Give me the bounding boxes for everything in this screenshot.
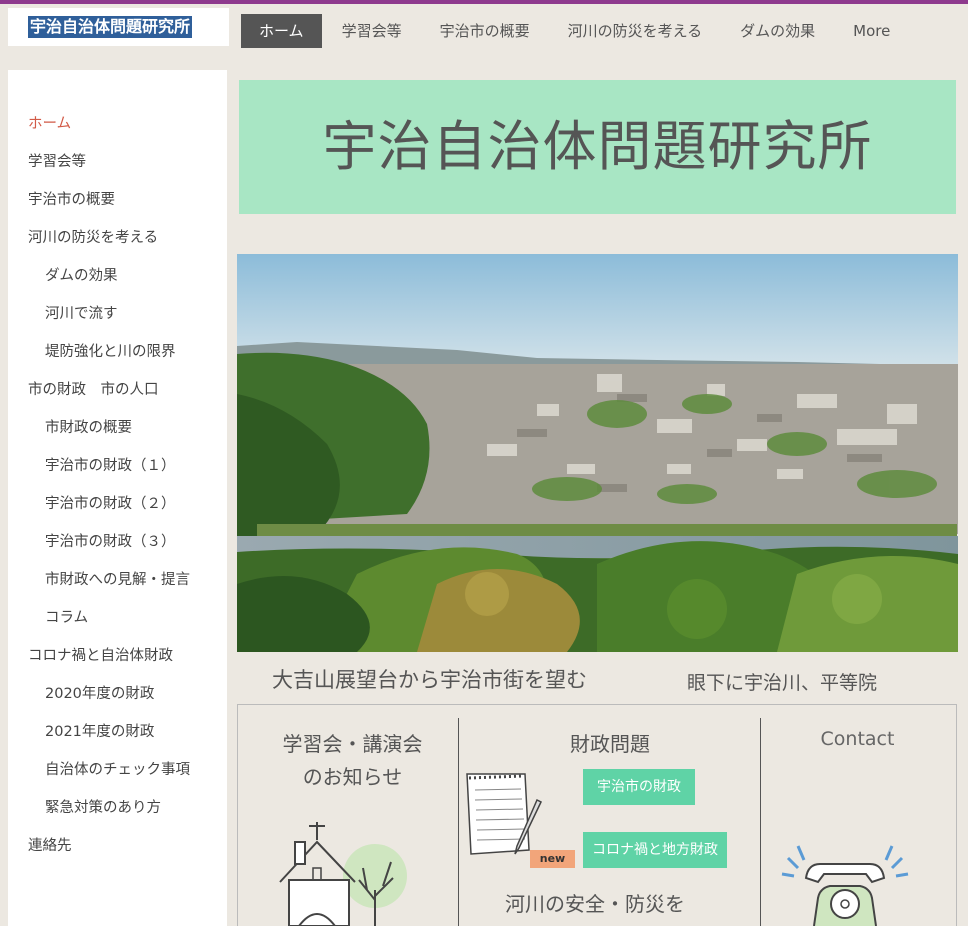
sidebar-item-column[interactable]: コラム	[8, 604, 227, 642]
sidebar: ホーム 学習会等 宇治市の概要 河川の防災を考える ダムの効果 河川で流す 堤防…	[8, 70, 227, 926]
schoolhouse-illustration	[279, 822, 407, 926]
sidebar-item-dam[interactable]: ダムの効果	[8, 262, 227, 300]
site-title[interactable]: 宇治自治体問題研究所	[28, 16, 193, 38]
top-navigation: ホーム 学習会等 宇治市の概要 河川の防災を考える ダムの効果 More	[241, 14, 910, 48]
sidebar-item-levee[interactable]: 堤防強化と川の限界	[8, 338, 227, 376]
topnav-item-dam[interactable]: ダムの効果	[722, 14, 833, 48]
topnav-item-more[interactable]: More	[835, 14, 908, 48]
new-badge: new	[530, 850, 575, 868]
study-title-line2: のお知らせ	[302, 765, 403, 789]
sidebar-item-checklist[interactable]: 自治体のチェック事項	[8, 756, 227, 794]
column-divider	[760, 718, 761, 926]
sidebar-item-overview[interactable]: 宇治市の概要	[8, 186, 227, 224]
topnav-item-study[interactable]: 学習会等	[324, 14, 420, 48]
sidebar-item-finance-opinion[interactable]: 市財政への見解・提言	[8, 566, 227, 604]
contact-title[interactable]: Contact	[790, 728, 925, 750]
sidebar-item-2020[interactable]: 2020年度の財政	[8, 680, 227, 718]
uji-finance-button[interactable]: 宇治市の財政	[583, 769, 695, 805]
topnav-item-overview[interactable]: 宇治市の概要	[422, 14, 548, 48]
sidebar-item-study[interactable]: 学習会等	[8, 148, 227, 186]
sidebar-item-home[interactable]: ホーム	[8, 110, 227, 148]
top-accent-bar	[0, 0, 968, 4]
sidebar-item-emergency[interactable]: 緊急対策のあり方	[8, 794, 227, 832]
study-title-line1: 学習会・講演会	[282, 732, 423, 756]
city-view-illustration	[237, 254, 958, 652]
banner-title: 宇治自治体問題研究所	[322, 115, 873, 178]
sidebar-item-corona[interactable]: コロナ禍と自治体財政	[8, 642, 227, 680]
finance-column-title[interactable]: 財政問題	[520, 728, 700, 757]
topnav-item-river[interactable]: 河川の防災を考える	[550, 14, 721, 48]
site-logo[interactable]: 宇治自治体問題研究所	[8, 8, 229, 46]
city-view-photo	[237, 254, 958, 652]
corona-finance-button[interactable]: コロナ禍と地方財政	[583, 832, 727, 868]
hero-banner: 宇治自治体問題研究所	[239, 80, 956, 214]
photo-sub-caption: 眼下に宇治川、平等院	[687, 672, 878, 694]
sidebar-item-river-flow[interactable]: 河川で流す	[8, 300, 227, 338]
sidebar-item-finance-1[interactable]: 宇治市の財政（１）	[8, 452, 227, 490]
sidebar-item-finance-3[interactable]: 宇治市の財政（３）	[8, 528, 227, 566]
photo-caption: 大吉山展望台から宇治市街を望む	[272, 668, 587, 692]
study-column-title[interactable]: 学習会・講演会 のお知らせ	[260, 728, 445, 794]
notepad-pencil-icon	[466, 773, 542, 855]
column-divider	[458, 718, 459, 926]
sidebar-item-finance-population[interactable]: 市の財政 市の人口	[8, 376, 227, 414]
sidebar-item-2021[interactable]: 2021年度の財政	[8, 718, 227, 756]
sidebar-item-finance-2[interactable]: 宇治市の財政（２）	[8, 490, 227, 528]
topnav-item-home[interactable]: ホーム	[241, 14, 322, 48]
sidebar-item-finance-overview[interactable]: 市財政の概要	[8, 414, 227, 452]
sidebar-nav: ホーム 学習会等 宇治市の概要 河川の防災を考える ダムの効果 河川で流す 堤防…	[8, 110, 227, 870]
telephone-icon	[781, 845, 909, 926]
sidebar-item-river[interactable]: 河川の防災を考える	[8, 224, 227, 262]
sidebar-item-contact[interactable]: 連絡先	[8, 832, 227, 870]
river-safety-link[interactable]: 河川の安全・防災を	[480, 888, 710, 917]
